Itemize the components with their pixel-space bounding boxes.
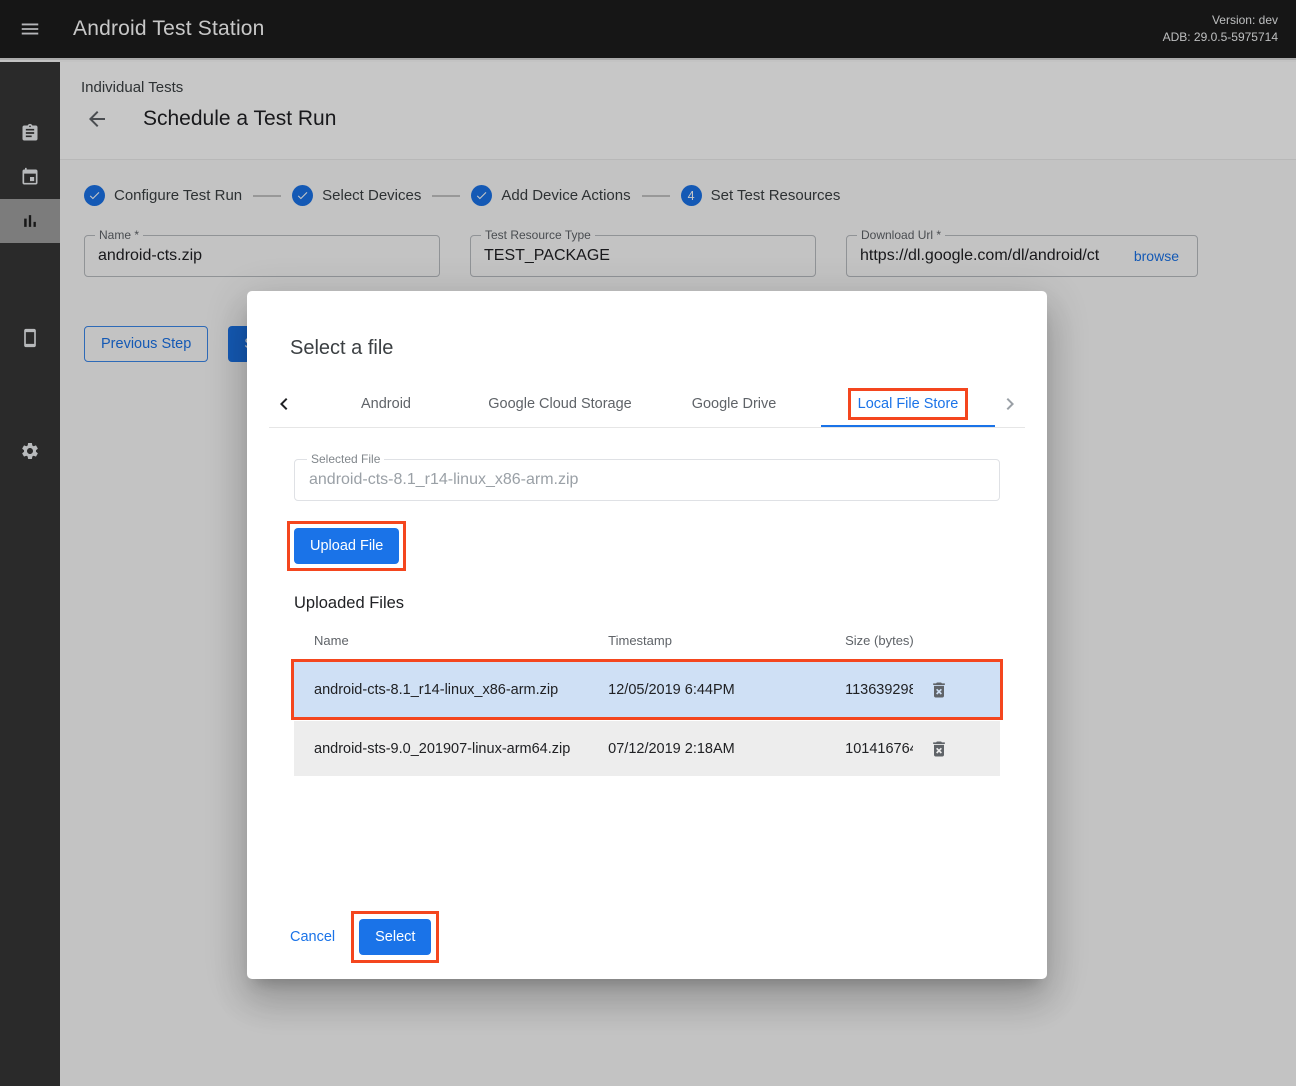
uploaded-files-title: Uploaded Files [294,594,1000,613]
cancel-button[interactable]: Cancel [286,929,339,945]
column-header-timestamp: Timestamp [608,633,841,648]
table-header-row: Name Timestamp Size (bytes) [294,625,1000,658]
select-annotation: Select [359,919,431,955]
tab-local-file-store[interactable]: Local File Store [821,380,995,427]
tab-google-drive[interactable]: Google Drive [647,380,821,427]
file-picker-dialog: Select a file Android Google Cloud Stora… [247,291,1047,979]
selected-file-label: Selected File [307,452,384,466]
column-header-name: Name [294,633,608,648]
uploaded-files-table: Name Timestamp Size (bytes) android-cts-… [294,625,1000,776]
selected-file-value: android-cts-8.1_r14-linux_x86-arm.zip [295,460,999,500]
delete-file-button[interactable] [927,737,951,761]
delete-forever-icon [929,739,949,759]
selected-file-field[interactable]: Selected File android-cts-8.1_r14-linux_… [294,459,1000,501]
upload-file-annotation: Upload File [294,528,399,564]
dialog-footer: Cancel Select [286,919,431,955]
timestamp-cell: 12/05/2019 6:44PM [608,682,841,698]
tab-bar: Android Google Cloud Storage Google Driv… [269,380,1025,428]
dialog-title: Select a file [290,337,1004,361]
tabs-scroll-left-button[interactable] [269,380,299,427]
file-name-cell: android-sts-9.0_201907-linux-arm64.zip [294,741,608,757]
chevron-left-icon [272,392,296,416]
tab-android[interactable]: Android [299,380,473,427]
select-button[interactable]: Select [359,919,431,955]
delete-file-button[interactable] [927,678,951,702]
size-cell: 113639298 [841,682,913,698]
table-row[interactable]: android-sts-9.0_201907-linux-arm64.zip 0… [294,721,1000,776]
size-cell: 101416764 [841,741,913,757]
table-row[interactable]: android-cts-8.1_r14-linux_x86-arm.zip 12… [294,662,1000,717]
timestamp-cell: 07/12/2019 2:18AM [608,741,841,757]
chevron-right-icon [998,392,1022,416]
column-header-size: Size (bytes) [841,633,913,648]
tab-label: Local File Store [858,396,959,412]
tab-google-cloud-storage[interactable]: Google Cloud Storage [473,380,647,427]
tabs-scroll-right-button[interactable] [995,380,1025,427]
file-name-cell: android-cts-8.1_r14-linux_x86-arm.zip [294,682,608,698]
delete-forever-icon [929,680,949,700]
upload-file-button[interactable]: Upload File [294,528,399,564]
